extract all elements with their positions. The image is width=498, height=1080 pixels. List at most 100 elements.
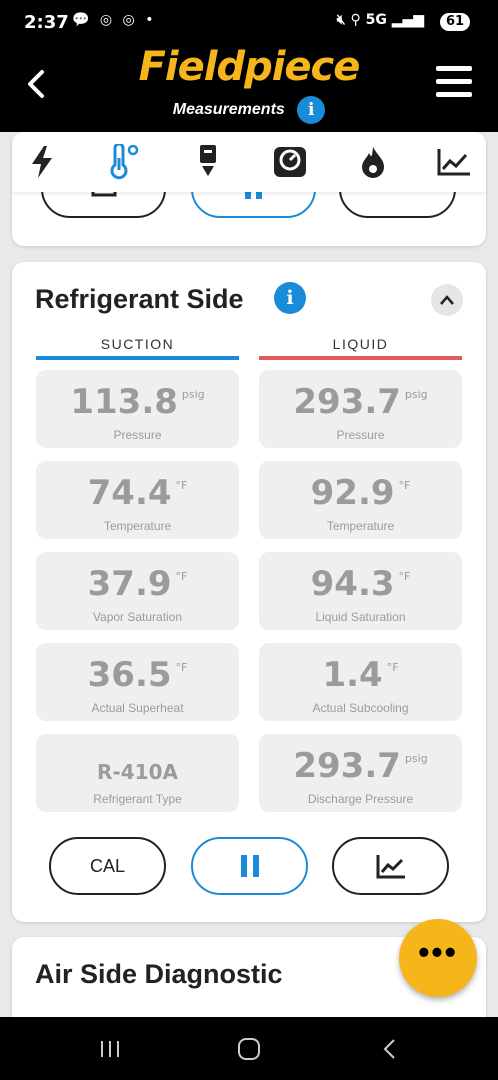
tab-temperature[interactable] <box>103 144 143 180</box>
reading-value: 92.9 °F <box>259 473 462 513</box>
section-title: Refrigerant Side <box>35 284 244 314</box>
reading-label: Temperature <box>103 519 172 533</box>
refrigerant-type-tile[interactable]: R-410A Refrigerant Type <box>36 734 239 812</box>
tab-trends[interactable] <box>434 144 474 180</box>
suction-temperature-tile: 74.4 °F Temperature <box>36 461 239 539</box>
trend-chart-icon <box>376 855 405 879</box>
signal-icon: ▂▄▆ <box>391 12 424 28</box>
reading-label: Liquid Saturation <box>315 610 406 624</box>
network-label: 5G <box>365 12 387 28</box>
reading-value: 293.7 psig <box>259 382 462 422</box>
value-unit: °F <box>398 479 411 492</box>
tab-probe[interactable] <box>188 144 228 180</box>
home-button[interactable] <box>234 1035 264 1063</box>
menu-line <box>436 66 472 71</box>
pause-button[interactable] <box>191 837 308 895</box>
page-title: Measurements <box>172 101 285 118</box>
section-title: Air Side Diagnostic <box>35 959 283 989</box>
system-nav-bar <box>0 1017 498 1080</box>
reading-label: Discharge Pressure <box>307 792 414 806</box>
reading-label: Refrigerant Type <box>93 792 182 806</box>
discharge-pressure-tile: 293.7 psig Discharge Pressure <box>259 734 462 812</box>
battery-indicator: 61 <box>440 13 470 31</box>
power-icon <box>32 146 52 178</box>
pause-icon <box>240 855 259 877</box>
value-number: R-410A <box>97 760 178 784</box>
value-unit: psig <box>404 388 428 401</box>
info-icon[interactable]: i <box>297 96 326 124</box>
tab-combustion[interactable] <box>353 144 393 180</box>
refrigerant-side-card: Refrigerant Side i SUCTION LIQUID 113.8 p… <box>12 262 486 922</box>
collapse-button[interactable] <box>431 284 463 316</box>
value-unit: °F <box>175 479 188 492</box>
value-unit: °F <box>175 661 188 674</box>
hamburger-menu-button[interactable] <box>436 66 472 100</box>
gauge-icon <box>274 147 306 177</box>
menu-line <box>436 79 472 84</box>
status-time: 2:37 <box>24 12 69 33</box>
reading-value: 94.3 °F <box>259 564 462 604</box>
cal-button[interactable]: CAL <box>49 837 166 895</box>
reading-value: R-410A <box>36 760 239 784</box>
recents-icon <box>101 1041 119 1057</box>
reading-value: 36.5 °F <box>36 655 239 695</box>
value-number: 113.8 <box>70 382 178 422</box>
value-number: 74.4 <box>87 473 172 513</box>
value-number: 92.9 <box>310 473 395 513</box>
brand-logo: Fieldpiece <box>138 44 361 90</box>
status-bar: 2:37 💬 ◎ ◎ • 🔇︎ ⚲ 5G ▂▄▆ 61 <box>0 0 498 44</box>
trend-chart-icon <box>437 149 470 176</box>
value-unit: psig <box>181 388 205 401</box>
reading-value: 293.7 psig <box>259 746 462 786</box>
info-icon[interactable]: i <box>274 282 306 314</box>
value-number: 1.4 <box>322 655 383 695</box>
liquid-saturation-tile: 94.3 °F Liquid Saturation <box>259 552 462 630</box>
page-title-row: Measurements i <box>0 96 498 124</box>
value-unit: °F <box>175 570 188 583</box>
system-back-button[interactable] <box>374 1035 404 1063</box>
recent-apps-button[interactable] <box>95 1035 125 1063</box>
reading-label: Temperature <box>326 519 395 533</box>
value-unit: °F <box>398 570 411 583</box>
thermometer-icon <box>110 144 139 180</box>
liquid-header: LIQUID <box>332 336 389 352</box>
network-indicator: 🔇︎ ⚲ 5G ▂▄▆ <box>337 12 424 28</box>
more-dots-icon: ••• <box>418 934 458 970</box>
suction-divider <box>36 356 239 360</box>
suction-pressure-tile: 113.8 psig Pressure <box>36 370 239 448</box>
chevron-up-icon <box>440 295 454 305</box>
trend-button[interactable] <box>332 837 449 895</box>
more-actions-button[interactable]: ••• <box>399 919 477 997</box>
reading-label: Vapor Saturation <box>92 610 183 624</box>
app-header: Fieldpiece Measurements i <box>0 44 498 132</box>
value-number: 293.7 <box>293 382 401 422</box>
flame-icon <box>362 147 384 178</box>
reading-value: 1.4 °F <box>259 655 462 695</box>
suction-header: SUCTION <box>100 336 175 352</box>
location-icon: ⚲ <box>350 12 361 28</box>
liquid-divider <box>259 356 462 360</box>
liquid-pressure-tile: 293.7 psig Pressure <box>259 370 462 448</box>
pressure-probe-icon <box>200 145 216 176</box>
back-arrow-icon <box>383 1039 395 1059</box>
value-number: 94.3 <box>310 564 395 604</box>
reading-label: Actual Subcooling <box>312 701 409 715</box>
tab-power[interactable] <box>22 144 62 180</box>
tool-tabs <box>12 132 486 192</box>
value-unit: psig <box>404 752 428 765</box>
superheat-tile: 36.5 °F Actual Superheat <box>36 643 239 721</box>
value-number: 36.5 <box>87 655 172 695</box>
menu-line <box>436 92 472 97</box>
reading-label: Actual Superheat <box>91 701 184 715</box>
vapor-saturation-tile: 37.9 °F Vapor Saturation <box>36 552 239 630</box>
subcooling-tile: 1.4 °F Actual Subcooling <box>259 643 462 721</box>
notification-icons: 💬 ◎ ◎ • <box>72 12 157 28</box>
reading-value: 113.8 psig <box>36 382 239 422</box>
tab-gauge[interactable] <box>270 144 310 180</box>
reading-value: 74.4 °F <box>36 473 239 513</box>
mute-icon: 🔇︎ <box>336 12 346 28</box>
reading-label: Pressure <box>113 428 162 442</box>
value-number: 37.9 <box>87 564 172 604</box>
value-unit: °F <box>386 661 399 674</box>
value-number: 293.7 <box>293 746 401 786</box>
